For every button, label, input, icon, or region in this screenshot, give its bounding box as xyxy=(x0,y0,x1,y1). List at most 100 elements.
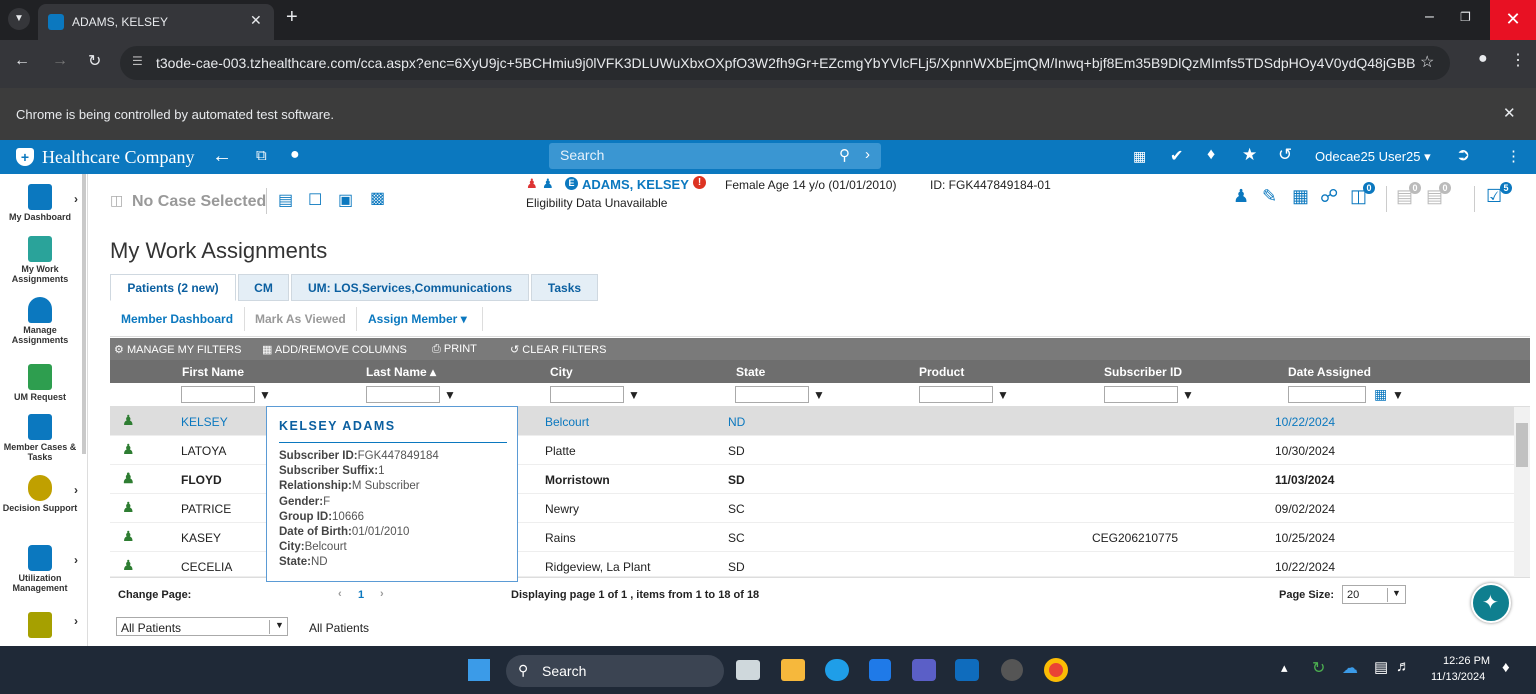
check-icon[interactable]: ✔ xyxy=(1170,146,1183,166)
cell-first-name[interactable]: FLOYD xyxy=(181,473,222,487)
member-dashboard-link[interactable]: Member Dashboard xyxy=(121,312,233,326)
volume-icon[interactable]: ♬ xyxy=(1396,658,1411,675)
outlook-icon[interactable] xyxy=(955,659,979,681)
document-icon[interactable]: ▩ xyxy=(370,188,385,208)
prev-page-icon[interactable]: ‹ xyxy=(338,588,342,600)
onedrive-icon[interactable]: ☁ xyxy=(1342,658,1358,678)
filter-subscriber-input[interactable] xyxy=(1104,386,1178,403)
browser-menu-icon[interactable]: ⋮ xyxy=(1510,50,1526,70)
nav-more[interactable]: › xyxy=(0,612,80,640)
filter-icon[interactable]: ▼ xyxy=(259,388,271,402)
site-info-icon[interactable]: ☰ xyxy=(132,54,143,68)
notes-icon[interactable]: ✎ xyxy=(1262,186,1277,207)
left-nav-scrollbar[interactable] xyxy=(82,174,86,454)
favorites-star-icon[interactable]: ★ xyxy=(1242,145,1257,165)
profile-icon[interactable]: ● xyxy=(1478,50,1488,68)
forward-icon[interactable]: → xyxy=(52,52,68,70)
case-tool-icon[interactable]: ▤ xyxy=(278,190,293,210)
taskbar-search-input[interactable]: ⚲ Search xyxy=(506,655,724,687)
notification-bell-icon[interactable]: ♦ xyxy=(1502,659,1510,676)
cell-first-name[interactable]: CECELIA xyxy=(181,560,232,574)
filter-last-name-input[interactable] xyxy=(366,386,440,403)
scroll-thumb[interactable] xyxy=(1516,423,1528,467)
browser-tab[interactable]: ADAMS, KELSEY ✕ xyxy=(38,4,274,40)
tab-close-icon[interactable]: ✕ xyxy=(250,12,262,29)
back-arrow-icon[interactable]: ← xyxy=(212,145,232,168)
new-tab-icon[interactable]: + xyxy=(286,6,298,29)
info-icon[interactable]: ● xyxy=(290,146,300,164)
edge-icon[interactable] xyxy=(825,659,849,681)
restore-icon[interactable]: ❐ xyxy=(1460,10,1471,24)
grid-scrollbar[interactable] xyxy=(1514,407,1530,577)
filter-icon[interactable]: ▼ xyxy=(997,388,1009,402)
col-city[interactable]: City xyxy=(550,365,573,379)
tab-um[interactable]: UM: LOS,Services,Communications xyxy=(291,274,529,301)
global-search-input[interactable]: Search ⚲ › xyxy=(549,143,881,169)
page-number[interactable]: 1 xyxy=(358,589,364,601)
nav-manage-assignments[interactable]: Manage Assignments xyxy=(0,297,80,345)
search-icon[interactable]: ⚲ xyxy=(839,146,850,164)
cell-first-name[interactable]: LATOYA xyxy=(181,444,226,458)
filter-first-name-input[interactable] xyxy=(181,386,255,403)
add-remove-columns-button[interactable]: ▦ ADD/REMOVE COLUMNS xyxy=(262,343,407,356)
store-icon[interactable] xyxy=(869,659,891,681)
filter-product-input[interactable] xyxy=(919,386,993,403)
id-card-icon[interactable]: ▣ xyxy=(338,190,353,210)
next-page-icon[interactable]: › xyxy=(380,588,384,600)
col-product[interactable]: Product xyxy=(919,365,964,379)
col-state[interactable]: State xyxy=(736,365,765,379)
col-first-name[interactable]: First Name xyxy=(182,365,244,379)
page-size-select[interactable]: 20 ▼ xyxy=(1342,585,1406,604)
back-icon[interactable]: ← xyxy=(14,52,30,70)
cell-first-name[interactable]: PATRICE xyxy=(181,502,231,516)
filter-state-input[interactable] xyxy=(735,386,809,403)
cell-first-name[interactable]: KELSEY xyxy=(181,415,228,429)
nav-utilization[interactable]: Utilization Management › xyxy=(0,545,80,593)
teams-icon[interactable] xyxy=(912,659,936,681)
copy-icon[interactable]: ⧉ xyxy=(256,147,267,164)
window-close-button[interactable]: ✕ xyxy=(1490,0,1536,40)
filter-icon[interactable]: ▼ xyxy=(813,388,825,402)
tab-tasks[interactable]: Tasks xyxy=(531,274,598,301)
task-view-icon[interactable] xyxy=(736,660,760,680)
cell-first-name[interactable]: KASEY xyxy=(181,531,221,545)
network-icon[interactable]: ☍ xyxy=(1320,186,1338,207)
patient-name[interactable]: ADAMS, KELSEY xyxy=(582,177,689,192)
bookmark-star-icon[interactable]: ☆ xyxy=(1420,52,1434,72)
infobar-close-icon[interactable]: ✕ xyxy=(1503,104,1516,122)
col-last-name[interactable]: Last Name ▴ xyxy=(366,365,436,379)
sync-icon[interactable]: ↻ xyxy=(1312,658,1325,678)
date-picker-icon[interactable]: ▦ xyxy=(1374,386,1387,402)
col-date-assigned[interactable]: Date Assigned xyxy=(1288,365,1371,379)
chrome-icon[interactable] xyxy=(1044,658,1068,682)
clock-time[interactable]: 12:26 PM xyxy=(1443,655,1490,667)
bell-icon[interactable]: ♦ xyxy=(1207,146,1215,164)
patient-filter-select[interactable]: All Patients ▼ xyxy=(116,617,288,636)
url-field[interactable]: ☰ t3ode-cae-003.tzhealthcare.com/cca.asp… xyxy=(120,46,1450,80)
logout-icon[interactable]: ➲ xyxy=(1456,145,1470,165)
search-expand-icon[interactable]: › xyxy=(865,146,870,163)
tab-cm[interactable]: CM xyxy=(238,274,289,301)
nav-um-request[interactable]: UM Request xyxy=(0,364,80,402)
calendar-icon[interactable]: ▦ xyxy=(1133,148,1146,165)
user-menu[interactable]: Odecae25 User25 ▾ xyxy=(1315,149,1431,165)
windows-start-icon[interactable] xyxy=(468,659,490,681)
tab-search-button[interactable]: ▼ xyxy=(8,8,30,30)
file-explorer-icon[interactable] xyxy=(781,659,805,681)
assistant-sparkle-button[interactable]: ✦ xyxy=(1471,583,1511,623)
manage-filters-button[interactable]: ⚙ MANAGE MY FILTERS xyxy=(114,343,241,356)
settings-gear-icon[interactable] xyxy=(1001,659,1023,681)
col-subscriber-id[interactable]: Subscriber ID xyxy=(1104,365,1182,379)
member-icon[interactable]: ♟ xyxy=(1233,186,1249,207)
minimize-icon[interactable]: – xyxy=(1425,8,1434,26)
app-menu-icon[interactable]: ⋮ xyxy=(1506,147,1521,165)
tab-patients[interactable]: Patients (2 new) xyxy=(110,274,236,301)
calendar-icon[interactable]: ☐ xyxy=(308,190,322,210)
filter-icon[interactable]: ▼ xyxy=(628,388,640,402)
filter-icon[interactable]: ▼ xyxy=(444,388,456,402)
history-icon[interactable]: ↺ xyxy=(1278,145,1292,165)
clear-filters-button[interactable]: ↺ CLEAR FILTERS xyxy=(510,343,606,356)
filter-icon[interactable]: ▼ xyxy=(1182,388,1194,402)
nav-my-dashboard[interactable]: My Dashboard › xyxy=(0,184,80,222)
assign-member-dropdown[interactable]: Assign Member ▾ xyxy=(368,312,467,326)
